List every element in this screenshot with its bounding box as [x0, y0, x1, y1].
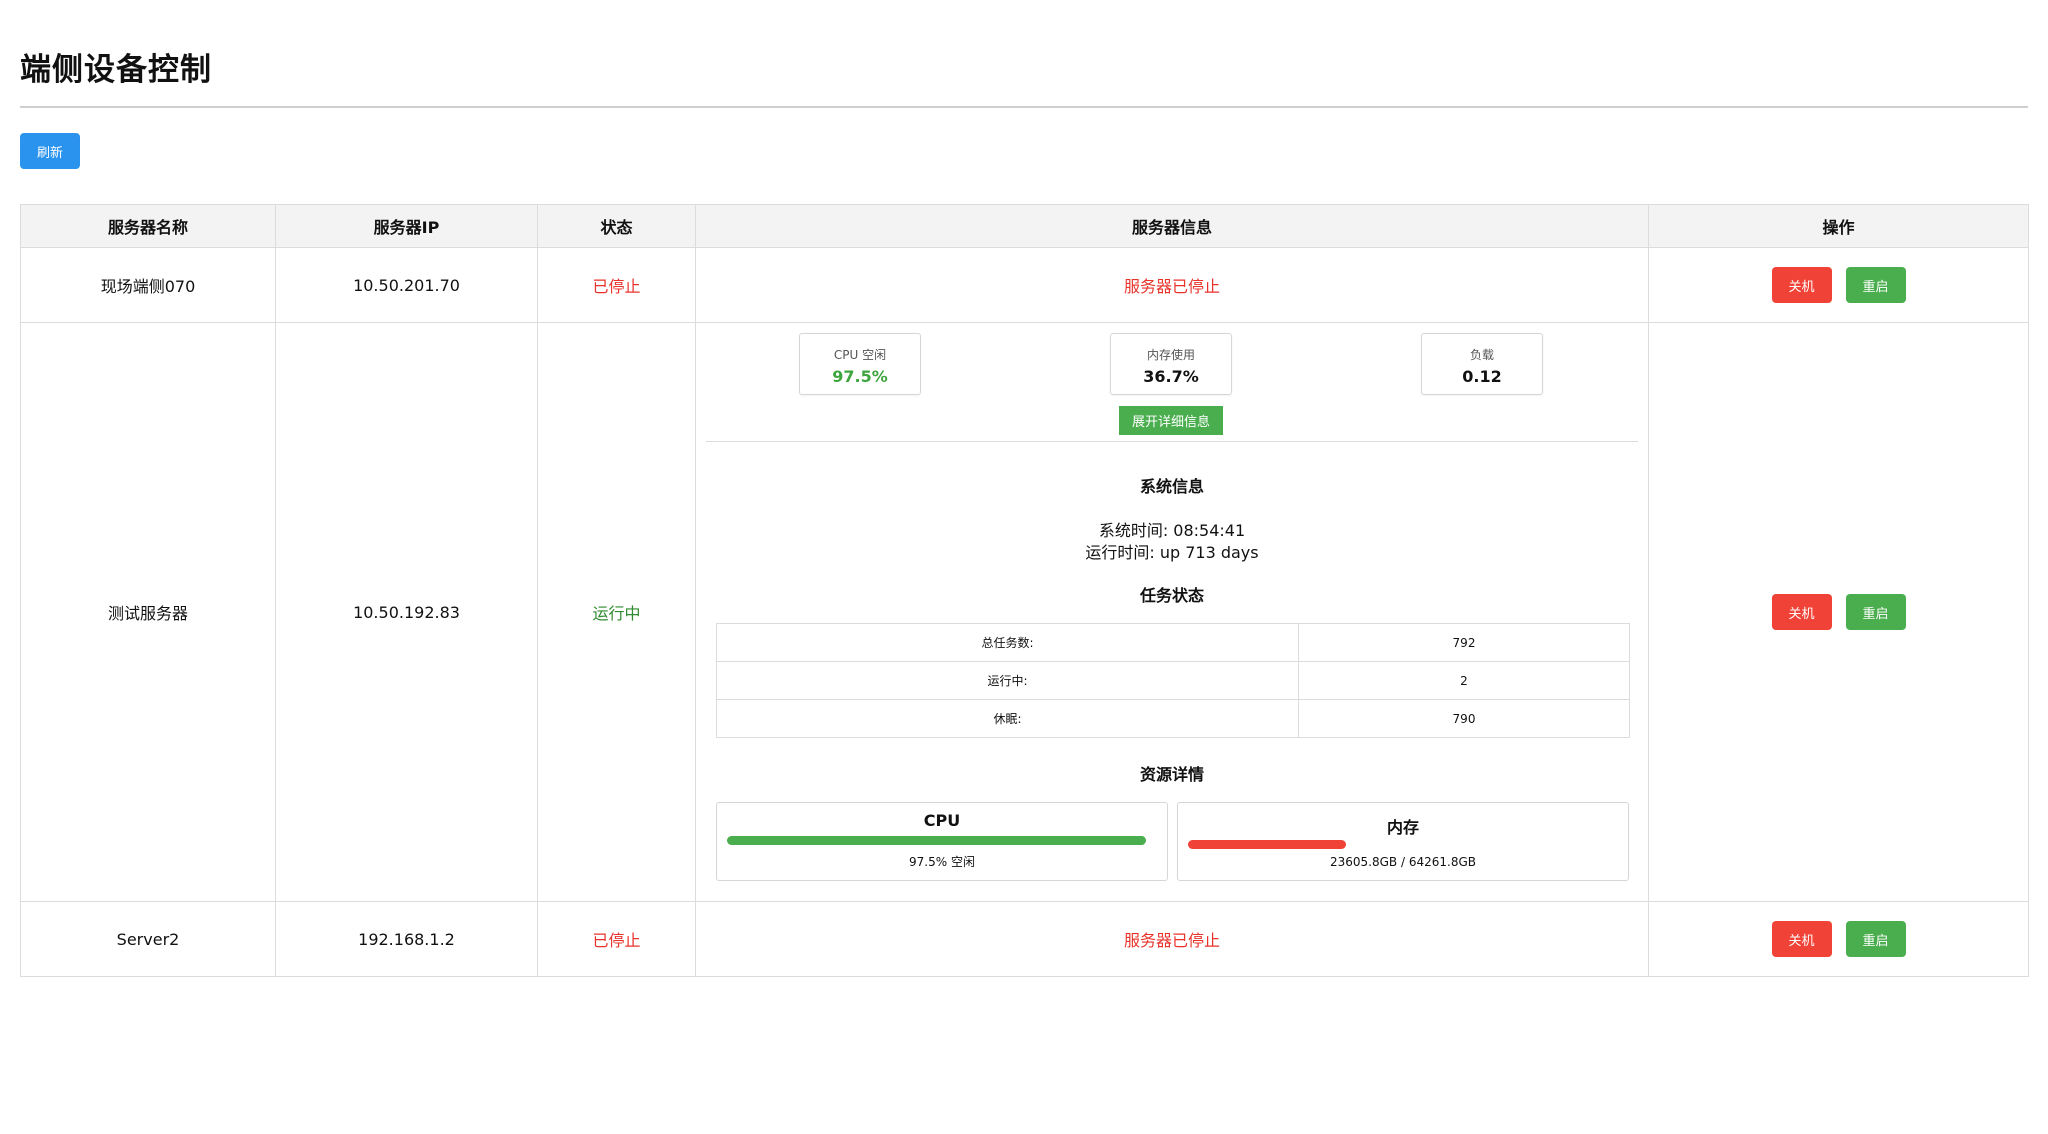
stat-value: 97.5% [832, 367, 888, 386]
memory-progress-bar [1188, 840, 1346, 849]
system-info-title: 系统信息 [1139, 477, 1204, 496]
stat-value: 36.7% [1143, 367, 1199, 386]
stat-box-cpu-idle: CPU 空闲 97.5% [799, 333, 921, 395]
server-name: Server2 [20, 901, 276, 977]
task-row: 总任务数: 792 [716, 623, 1630, 662]
refresh-button[interactable]: 刷新 [20, 133, 80, 169]
task-value: 790 [1298, 699, 1630, 738]
resource-boxes: CPU 97.5% 空闲 内存 23605.8GB / 64261.8GB [716, 802, 1629, 881]
cpu-progress-bar [727, 836, 1146, 845]
server-info-stopped: 服务器已停止 [695, 901, 1649, 977]
stat-box-memory-usage: 内存使用 36.7% [1110, 333, 1232, 395]
task-value: 2 [1298, 661, 1630, 700]
task-row: 休眠: 790 [716, 699, 1630, 738]
header-server-ip: 服务器IP [275, 204, 538, 248]
header-server-info: 服务器信息 [695, 204, 1649, 248]
stat-boxes: CPU 空闲 97.5% 内存使用 36.7% 负载 0.12 [696, 333, 1648, 395]
memory-resource-box: 内存 23605.8GB / 64261.8GB [1177, 802, 1629, 881]
shutdown-button[interactable]: 关机 [1771, 267, 1832, 303]
server-info-cell: CPU 空闲 97.5% 内存使用 36.7% 负载 0.12 展开详细信息 系… [695, 322, 1649, 902]
task-label: 总任务数: [716, 623, 1299, 662]
stat-label: 负载 [1469, 348, 1494, 362]
task-value: 792 [1298, 623, 1630, 662]
expand-details-button[interactable]: 展开详细信息 [1119, 406, 1223, 435]
table-row: 测试服务器 10.50.192.83 运行中 CPU 空闲 97.5% 内存使用… [20, 322, 2029, 902]
task-status-title: 任务状态 [1139, 586, 1204, 605]
header-status: 状态 [537, 204, 696, 248]
cpu-resource-title: CPU [923, 811, 961, 830]
server-ip: 10.50.201.70 [275, 247, 538, 323]
reboot-button[interactable]: 重启 [1845, 267, 1906, 303]
info-divider [706, 441, 1638, 442]
table-row: 现场端侧070 10.50.201.70 已停止 服务器已停止 关机 重启 [20, 247, 2029, 323]
table-header-row: 服务器名称 服务器IP 状态 服务器信息 操作 [20, 204, 2029, 248]
status-badge: 已停止 [537, 901, 696, 977]
status-badge: 运行中 [537, 322, 696, 902]
reboot-button[interactable]: 重启 [1845, 921, 1906, 957]
cpu-resource-text: 97.5% 空闲 [909, 855, 975, 869]
task-label: 休眠: [716, 699, 1299, 738]
server-ip: 192.168.1.2 [275, 901, 538, 977]
task-table: 总任务数: 792 运行中: 2 休眠: 790 [716, 623, 1630, 738]
server-ip: 10.50.192.83 [275, 322, 538, 902]
memory-resource-text: 23605.8GB / 64261.8GB [1330, 855, 1476, 869]
shutdown-button[interactable]: 关机 [1771, 921, 1832, 957]
title-divider [20, 106, 2028, 108]
stat-box-load: 负载 0.12 [1421, 333, 1543, 395]
task-row: 运行中: 2 [716, 661, 1630, 700]
shutdown-button[interactable]: 关机 [1771, 594, 1832, 630]
reboot-button[interactable]: 重启 [1845, 594, 1906, 630]
stat-value: 0.12 [1462, 367, 1502, 386]
server-table: 服务器名称 服务器IP 状态 服务器信息 操作 现场端侧070 10.50.20… [20, 204, 2029, 977]
table-row: Server2 192.168.1.2 已停止 服务器已停止 关机 重启 [20, 901, 2029, 977]
operations-cell: 关机 重启 [1648, 247, 2029, 323]
cpu-resource-box: CPU 97.5% 空闲 [716, 802, 1168, 881]
header-operations: 操作 [1648, 204, 2029, 248]
operations-cell: 关机 重启 [1648, 322, 2029, 902]
server-info-stopped: 服务器已停止 [695, 247, 1649, 323]
stat-label: CPU 空闲 [833, 348, 887, 362]
task-label: 运行中: [716, 661, 1299, 700]
resource-details-title: 资源详情 [1139, 765, 1204, 784]
memory-resource-title: 内存 [1386, 818, 1419, 837]
page-title: 端侧设备控制 [20, 52, 212, 88]
status-badge: 已停止 [537, 247, 696, 323]
stat-label: 内存使用 [1146, 348, 1195, 362]
server-name: 现场端侧070 [20, 247, 276, 323]
header-server-name: 服务器名称 [20, 204, 276, 248]
uptime: 运行时间: up 713 days [1085, 543, 1259, 562]
operations-cell: 关机 重启 [1648, 901, 2029, 977]
system-time: 系统时间: 08:54:41 [1098, 521, 1246, 540]
server-name: 测试服务器 [20, 322, 276, 902]
